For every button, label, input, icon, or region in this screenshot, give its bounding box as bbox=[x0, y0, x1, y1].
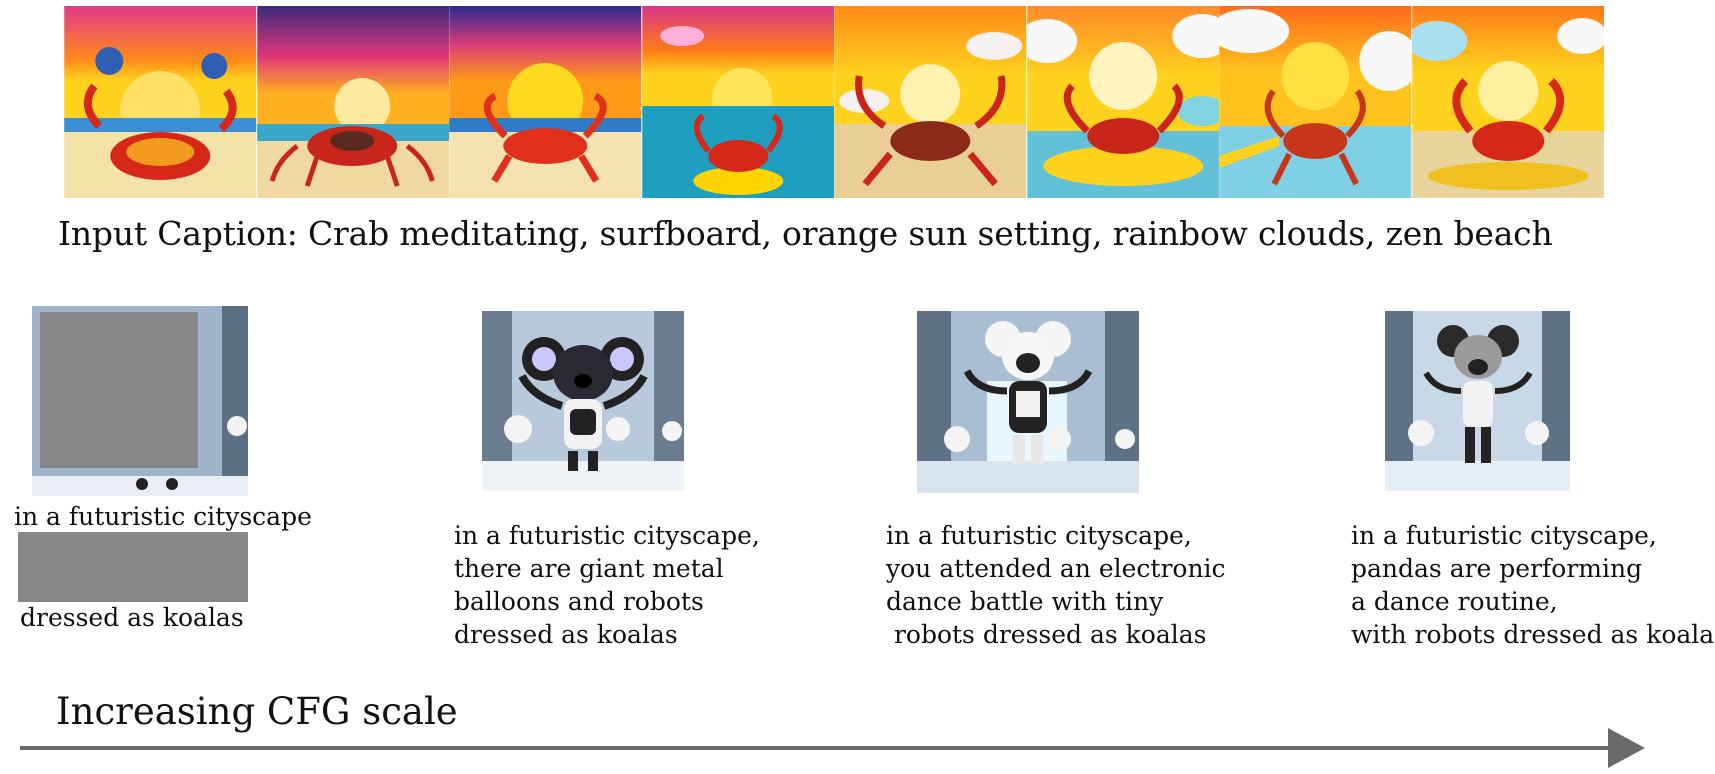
prompt-4-line-3: a dance routine, bbox=[1351, 587, 1558, 616]
prompt-3-line-4: robots dressed as koalas bbox=[886, 620, 1207, 649]
prompt-2-line-2: there are giant metal bbox=[454, 554, 724, 583]
input-caption: Input Caption: Crab meditating, surfboar… bbox=[58, 214, 1553, 253]
redaction-block-image bbox=[40, 312, 198, 468]
prompt-3-line-3: dance battle with tiny bbox=[886, 587, 1164, 616]
koala-image-3 bbox=[917, 311, 1139, 493]
crab-image-8 bbox=[1411, 6, 1604, 198]
prompt-3-line-2: you attended an electronic bbox=[886, 554, 1226, 583]
prompt-4-line-4: with robots dressed as koalas bbox=[1351, 620, 1715, 649]
crab-image-4 bbox=[641, 6, 835, 198]
prompt-2-line-3: balloons and robots bbox=[454, 587, 704, 616]
prompt-1-line-1: in a futuristic cityscape bbox=[14, 502, 312, 531]
prompt-4-line-1: in a futuristic cityscape, bbox=[1351, 521, 1657, 550]
cfg-scale-arrow bbox=[20, 728, 1645, 768]
crab-image-1 bbox=[64, 6, 257, 198]
redaction-block-text bbox=[18, 532, 248, 602]
crab-image-3 bbox=[449, 6, 642, 198]
crab-image-7 bbox=[1219, 6, 1412, 198]
prompt-3-line-1: in a futuristic cityscape, bbox=[886, 521, 1192, 550]
prompt-1-line-2: dressed as koalas bbox=[20, 603, 244, 632]
crab-image-6 bbox=[1026, 6, 1219, 198]
crab-image-2 bbox=[256, 6, 450, 198]
prompt-2-line-4: dressed as koalas bbox=[454, 620, 678, 649]
koala-image-4 bbox=[1385, 311, 1570, 491]
crab-image-strip bbox=[64, 6, 1604, 198]
crab-image-5 bbox=[834, 6, 1027, 198]
koala-image-2 bbox=[482, 311, 684, 491]
prompt-4-line-2: pandas are performing bbox=[1351, 554, 1643, 583]
prompt-2-line-1: in a futuristic cityscape, bbox=[454, 521, 760, 550]
